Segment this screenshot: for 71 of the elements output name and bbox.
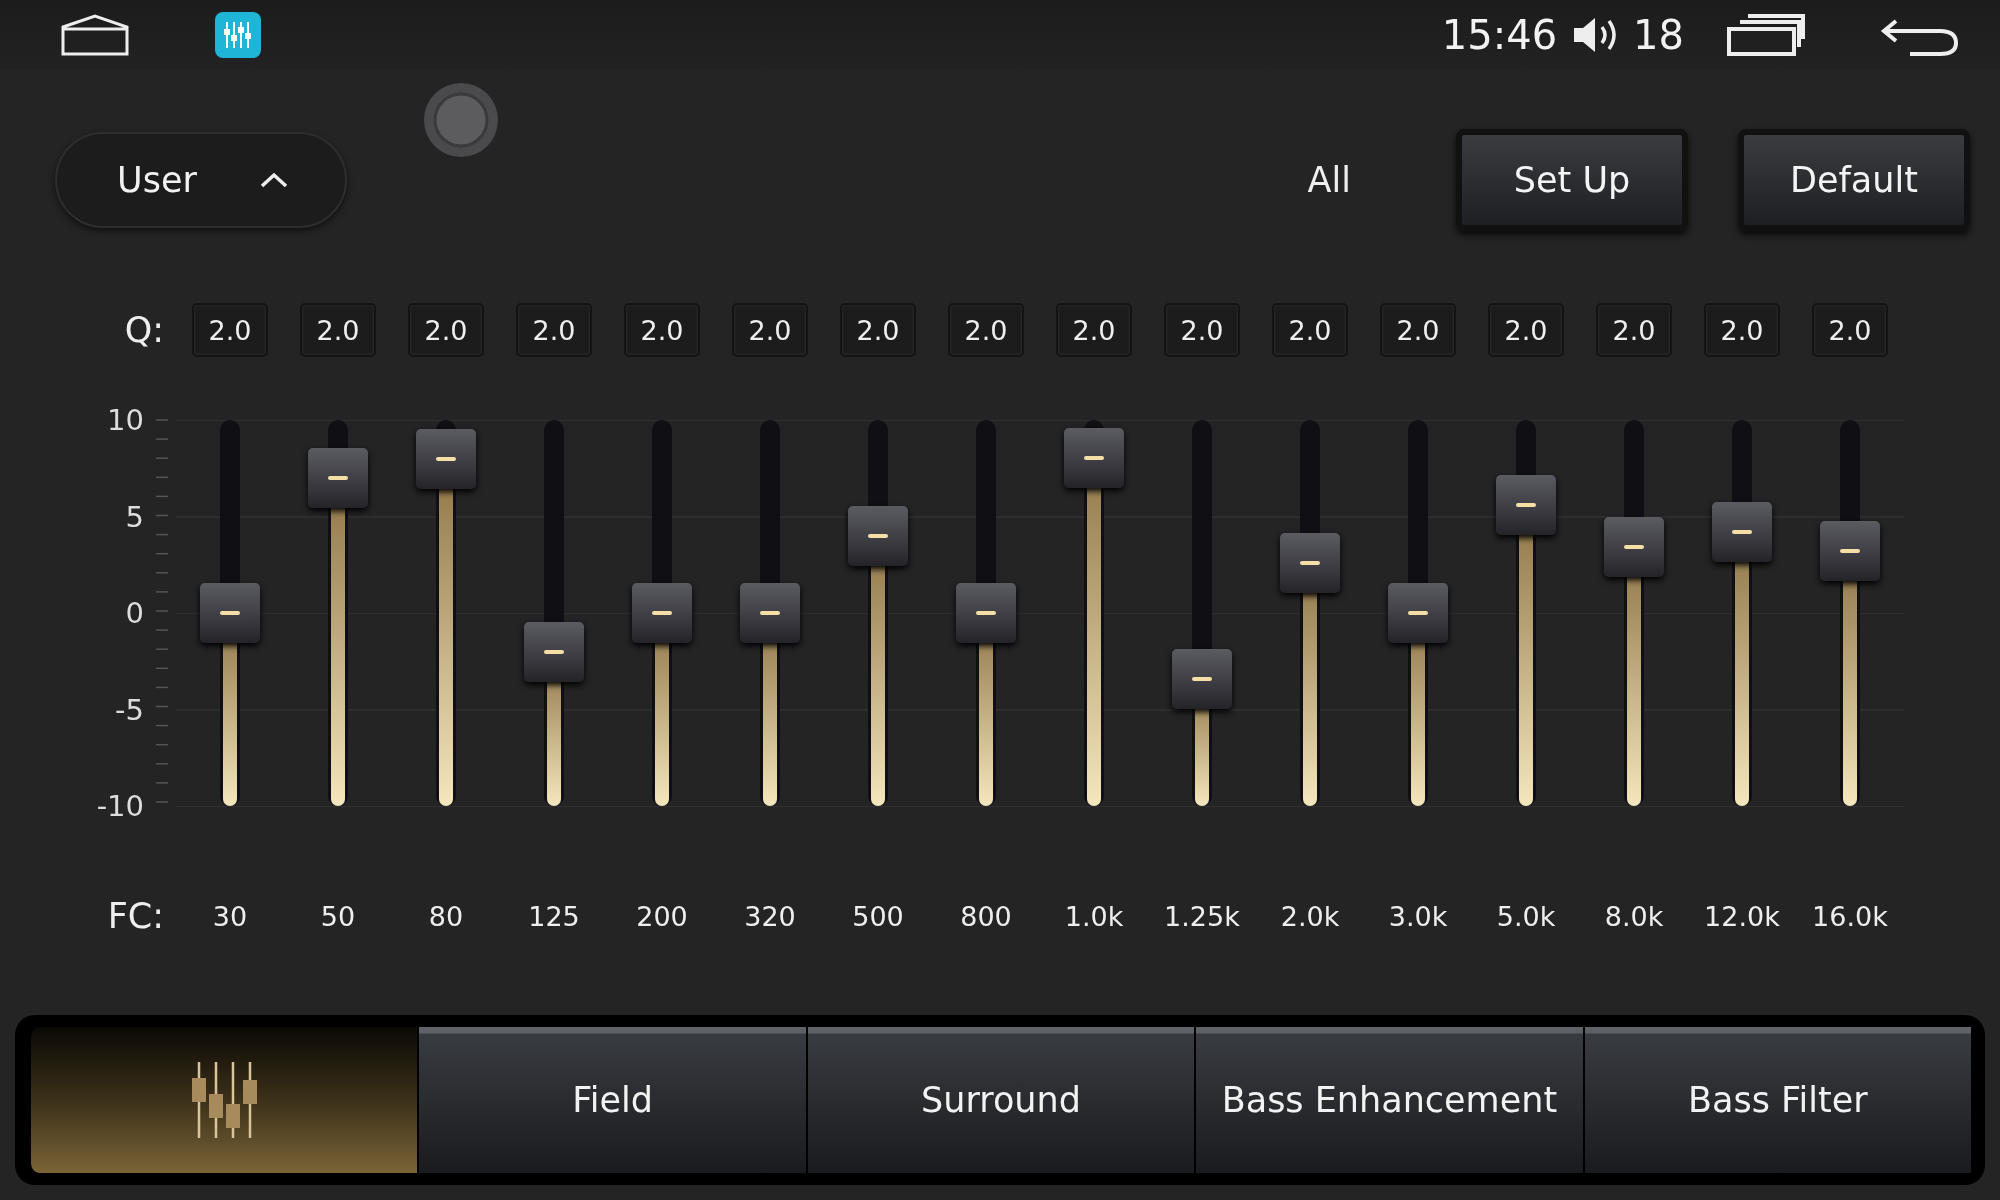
- scale-label: 5: [125, 499, 144, 534]
- slider-thumb[interactable]: [1172, 648, 1232, 709]
- q-value[interactable]: 2.0: [1704, 303, 1780, 357]
- frequency-label: 200: [635, 899, 689, 934]
- slider-thumb[interactable]: [1496, 474, 1556, 535]
- equalizer-icon: [189, 1060, 260, 1140]
- q-value[interactable]: 2.0: [408, 303, 484, 357]
- home-icon[interactable]: [60, 13, 130, 57]
- slider-thumb[interactable]: [524, 621, 584, 682]
- tab[interactable]: Bass Filter: [1582, 1027, 1972, 1173]
- preset-dropdown[interactable]: User: [55, 132, 347, 228]
- q-value[interactable]: 2.0: [516, 303, 592, 357]
- frequency-label: 500: [851, 899, 905, 934]
- frequency-label: 80: [427, 899, 465, 934]
- scale-label: 10: [107, 403, 144, 437]
- frequency-label: 320: [743, 899, 797, 934]
- equalizer-app-icon[interactable]: [215, 12, 261, 58]
- frequency-label: 2.0k: [1279, 899, 1341, 934]
- slider-thumb[interactable]: [1604, 517, 1664, 578]
- slider-thumb[interactable]: [416, 428, 476, 489]
- slider-thumb[interactable]: [1820, 521, 1880, 582]
- q-value[interactable]: 2.0: [1812, 303, 1888, 357]
- tab[interactable]: Field: [417, 1027, 806, 1173]
- slider-thumb[interactable]: [1280, 532, 1340, 593]
- q-label: Q:: [124, 310, 165, 350]
- q-value[interactable]: 2.0: [192, 303, 268, 357]
- clock: 15:46: [1441, 12, 1558, 58]
- q-value[interactable]: 2.0: [300, 303, 376, 357]
- tab[interactable]: Bass Enhancement: [1194, 1027, 1583, 1173]
- recent-apps-icon[interactable]: [1726, 13, 1806, 57]
- slider-thumb[interactable]: [740, 583, 800, 643]
- q-value[interactable]: 2.0: [1380, 303, 1456, 357]
- frequency-label: 30: [211, 899, 249, 934]
- scale-label: -10: [96, 789, 144, 823]
- frequency-label: 125: [527, 899, 581, 934]
- q-value[interactable]: 2.0: [624, 303, 700, 357]
- frequency-label: 5.0k: [1495, 899, 1557, 934]
- slider-thumb[interactable]: [1388, 583, 1448, 643]
- action-button[interactable]: Default: [1738, 129, 1970, 231]
- q-value[interactable]: 2.0: [1164, 303, 1240, 357]
- frequency-label: 12.0k: [1703, 899, 1781, 934]
- scale-label: 0: [125, 596, 144, 630]
- q-value[interactable]: 2.0: [1596, 303, 1672, 357]
- slider-thumb[interactable]: [848, 505, 908, 566]
- slider-thumb[interactable]: [1064, 428, 1124, 488]
- fc-label: FC:: [107, 896, 165, 936]
- frequency-label: 16.0k: [1811, 899, 1889, 934]
- tab[interactable]: Surround: [805, 1027, 1195, 1173]
- q-value[interactable]: 2.0: [1056, 303, 1132, 357]
- frequency-label: 1.0k: [1063, 899, 1125, 934]
- scale-label: -5: [115, 692, 144, 727]
- action-button[interactable]: Set Up: [1456, 129, 1688, 231]
- frequency-label: 1.25k: [1163, 899, 1241, 934]
- slider-thumb[interactable]: [308, 447, 368, 508]
- all-label: All: [1307, 160, 1351, 200]
- frequency-label: 8.0k: [1603, 899, 1665, 934]
- q-value[interactable]: 2.0: [948, 303, 1024, 357]
- q-value[interactable]: 2.0: [840, 303, 916, 357]
- slider-thumb[interactable]: [632, 583, 692, 643]
- frequency-label: 800: [959, 899, 1013, 934]
- slider-thumb[interactable]: [1712, 501, 1772, 562]
- q-value[interactable]: 2.0: [1488, 303, 1564, 357]
- frequency-label: 50: [319, 899, 357, 934]
- slider-thumb[interactable]: [956, 583, 1016, 643]
- frequency-label: 3.0k: [1387, 899, 1449, 934]
- q-value[interactable]: 2.0: [732, 303, 808, 357]
- equalizer-tab[interactable]: [29, 1027, 418, 1173]
- caret-up-icon: [258, 171, 289, 189]
- volume-level: 18: [1633, 12, 1684, 58]
- q-value[interactable]: 2.0: [1272, 303, 1348, 357]
- slider-thumb[interactable]: [200, 583, 260, 643]
